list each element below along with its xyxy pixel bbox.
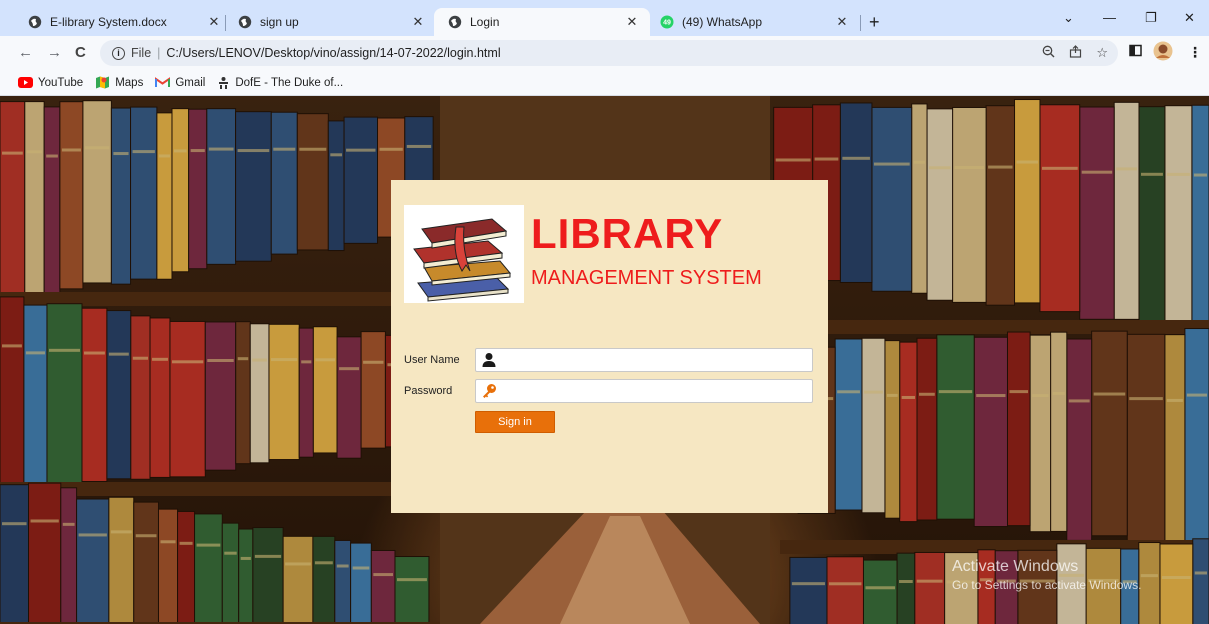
books-logo (404, 205, 524, 303)
page-subtitle: MANAGEMENT SYSTEM (531, 267, 762, 289)
page-viewport: LIBRARY MANAGEMENT SYSTEM User Name Pass… (0, 96, 1209, 624)
tab-label: E-library System.docx (50, 15, 167, 29)
bookmark-label: DofE - The Duke of... (235, 76, 344, 89)
whatsapp-icon: 49 (660, 15, 674, 29)
star-icon[interactable]: ☆ (1096, 45, 1108, 61)
tab-strip: E-library System.docx ✕ sign up ✕ Login … (0, 0, 1209, 36)
bookmark-maps[interactable]: Maps (95, 75, 143, 90)
browser-toolbar: ← → C i File | C:/Users/LENOV/Desktop/vi… (0, 36, 1209, 70)
watermark-subtitle: Go to Settings to activate Windows. (952, 578, 1142, 592)
whatsapp-badge: 49 (663, 20, 671, 27)
gmail-icon (155, 77, 171, 88)
new-tab-button[interactable]: + (869, 13, 880, 31)
dofe-icon (217, 76, 230, 90)
restore-button[interactable]: ❐ (1145, 10, 1157, 26)
password-label: Password (404, 385, 453, 397)
tab-label: sign up (260, 15, 299, 29)
password-input[interactable] (502, 380, 810, 402)
youtube-icon (18, 77, 33, 88)
username-label: User Name (404, 354, 460, 366)
tab-login[interactable]: Login ✕ (434, 8, 650, 36)
address-divider: | (157, 46, 161, 60)
bookmarks-bar: YouTube Maps Gmail DofE - The Duke of... (0, 70, 1209, 96)
tab-sign-up[interactable]: sign up ✕ (224, 8, 436, 36)
minimize-button[interactable]: — (1103, 10, 1116, 25)
close-icon[interactable]: ✕ (834, 14, 850, 30)
windows-activation-watermark: Activate Windows Go to Settings to activ… (952, 558, 1141, 592)
login-card: LIBRARY MANAGEMENT SYSTEM User Name Pass… (391, 180, 828, 513)
bookmark-gmail[interactable]: Gmail (155, 77, 205, 89)
tab-elibrary-docx[interactable]: E-library System.docx ✕ (14, 8, 232, 36)
password-field[interactable] (475, 379, 813, 403)
address-actions: ☆ (1042, 45, 1108, 61)
info-icon[interactable]: i (112, 46, 125, 60)
close-icon[interactable]: ✕ (624, 14, 640, 30)
back-button[interactable]: ← (18, 44, 33, 62)
tab-label: Login (470, 15, 500, 29)
avatar[interactable] (1153, 41, 1173, 64)
close-icon[interactable]: ✕ (206, 14, 222, 30)
side-panel-icon[interactable] (1129, 44, 1142, 60)
bookmark-label: YouTube (38, 76, 84, 89)
bookmark-dofe[interactable]: DofE - The Duke of... (217, 76, 343, 90)
username-input[interactable] (502, 349, 810, 371)
watermark-title: Activate Windows (952, 558, 1079, 575)
tab-whatsapp[interactable]: 49 (49) WhatsApp ✕ (646, 8, 860, 36)
close-window-button[interactable]: ✕ (1184, 10, 1195, 26)
bookmark-label: Gmail (175, 76, 206, 89)
page-title: LIBRARY (531, 210, 724, 257)
globe-icon (238, 15, 252, 29)
globe-icon (28, 15, 42, 29)
tab-label: (49) WhatsApp (682, 15, 763, 29)
username-field[interactable] (475, 348, 813, 372)
tab-divider (860, 15, 861, 31)
maps-icon (95, 75, 110, 90)
zoom-icon[interactable] (1042, 45, 1055, 61)
user-icon (481, 352, 497, 368)
menu-icon[interactable]: ⋮ (1188, 44, 1202, 61)
address-scheme: File (131, 46, 152, 60)
reload-button[interactable]: C (75, 44, 86, 62)
share-icon[interactable] (1069, 45, 1082, 61)
tab-search-icon[interactable]: ⌄ (1063, 10, 1074, 26)
bookmark-youtube[interactable]: YouTube (18, 77, 83, 89)
key-icon (481, 383, 497, 399)
address-url: C:/Users/LENOV/Desktop/vino/assign/14-07… (166, 46, 501, 60)
forward-button[interactable]: → (47, 44, 62, 62)
bookmark-label: Maps (115, 76, 144, 89)
globe-icon (448, 15, 462, 29)
close-icon[interactable]: ✕ (410, 14, 426, 30)
address-bar[interactable]: i File | C:/Users/LENOV/Desktop/vino/ass… (100, 40, 1118, 66)
signin-button[interactable]: Sign in (475, 411, 555, 433)
